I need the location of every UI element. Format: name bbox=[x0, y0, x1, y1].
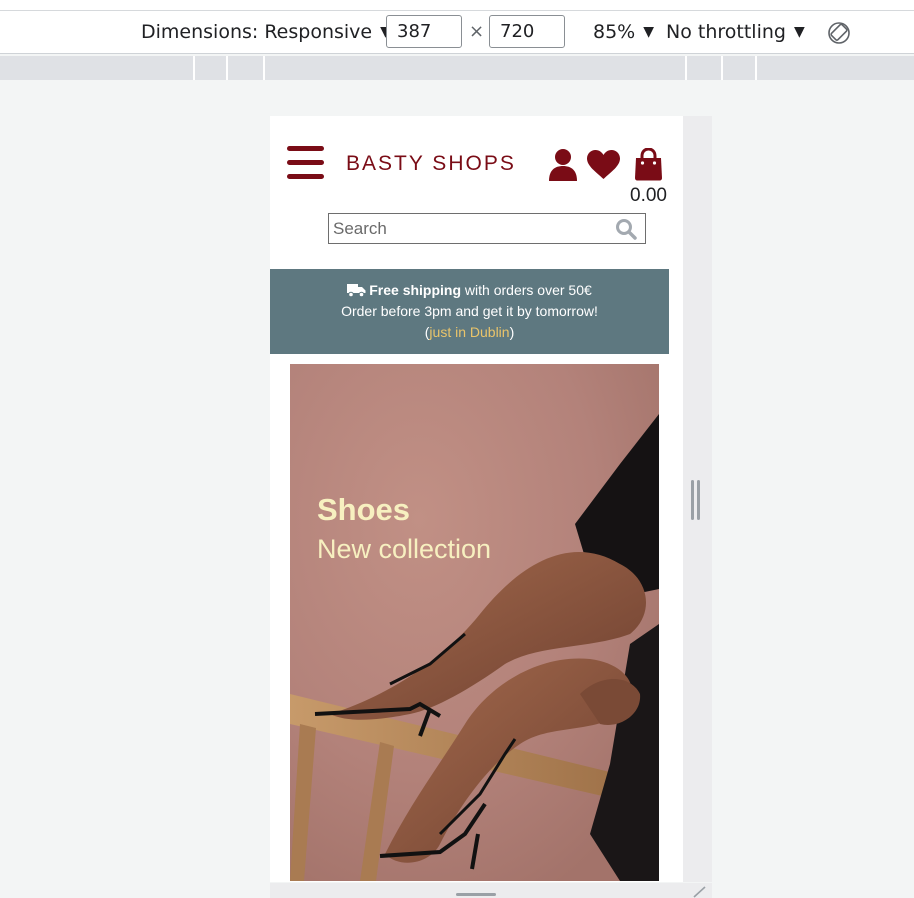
zoom-dropdown[interactable]: 85% ▼ bbox=[593, 11, 654, 53]
brand-logo[interactable]: BASTY SHOPS bbox=[346, 148, 516, 180]
chevron-down-icon: ▼ bbox=[643, 24, 655, 40]
dimensions-label: Dimensions: Responsive bbox=[141, 21, 373, 43]
media-query-ruler[interactable] bbox=[0, 56, 914, 80]
search-form bbox=[328, 213, 646, 244]
search-icon[interactable] bbox=[615, 218, 637, 240]
zoom-label: 85% bbox=[593, 21, 636, 43]
shipping-banner: Free shipping with orders over 50€ Order… bbox=[270, 269, 669, 354]
resize-handle-right[interactable] bbox=[691, 480, 701, 520]
dimensions-dropdown[interactable]: Dimensions: Responsive▼ bbox=[141, 11, 391, 53]
device-viewport: BASTY SHOPS 0.00 Free shipping with orde… bbox=[270, 116, 683, 882]
user-icon[interactable] bbox=[548, 148, 578, 181]
resize-corner-icon[interactable] bbox=[692, 885, 706, 898]
rotate-device-icon[interactable] bbox=[827, 21, 851, 45]
devtools-top-strip bbox=[0, 0, 914, 11]
chevron-down-icon: ▼ bbox=[793, 24, 805, 40]
free-shipping-label: Free shipping bbox=[369, 282, 462, 298]
cart-total[interactable]: 0.00 bbox=[630, 185, 667, 207]
heart-icon[interactable] bbox=[586, 149, 621, 180]
shopping-bag-icon[interactable] bbox=[634, 148, 663, 181]
throttling-dropdown[interactable]: No throttling ▼ bbox=[666, 11, 805, 53]
dublin-link[interactable]: just in Dublin bbox=[429, 324, 509, 340]
hero-banner[interactable]: Shoes New collection bbox=[290, 364, 659, 881]
delivery-info: Order before 3pm and get it by tomorrow! bbox=[341, 303, 598, 319]
hero-image bbox=[290, 364, 659, 881]
devtools-device-toolbar: Dimensions: Responsive▼ 387 × 720 85%▼ N… bbox=[0, 11, 914, 54]
resize-handle-bottom[interactable] bbox=[456, 893, 496, 896]
truck-icon bbox=[347, 284, 366, 297]
height-input[interactable]: 720 bbox=[489, 15, 565, 48]
width-input[interactable]: 387 bbox=[386, 15, 462, 48]
hero-title: Shoes bbox=[317, 492, 411, 527]
hero-subtitle: New collection bbox=[317, 534, 492, 564]
paren-close: ) bbox=[509, 324, 515, 340]
menu-icon[interactable] bbox=[287, 146, 325, 180]
shipping-condition: with orders over 50€ bbox=[461, 282, 592, 298]
throttling-label: No throttling bbox=[666, 21, 786, 43]
dimensions-times-sign: × bbox=[469, 21, 485, 42]
search-input[interactable] bbox=[333, 215, 603, 242]
